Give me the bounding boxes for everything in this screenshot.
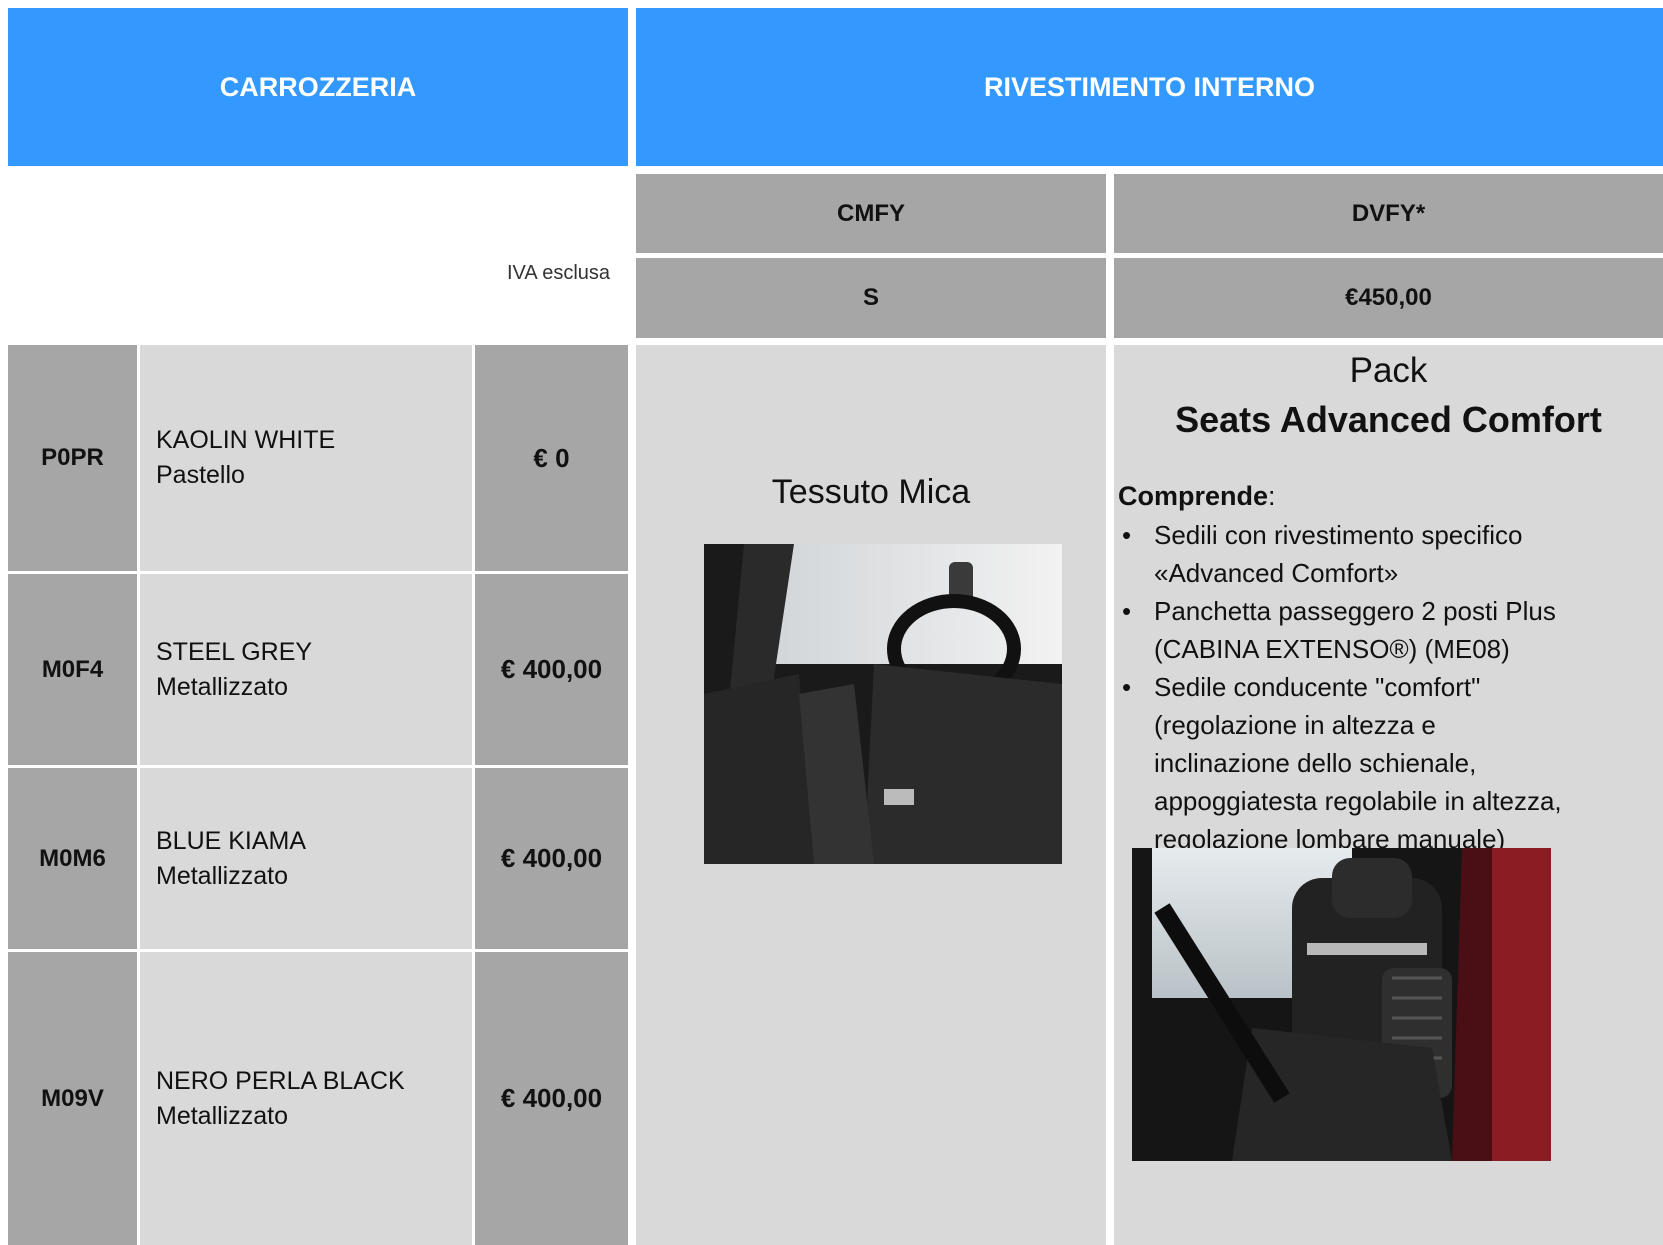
color-name-cell: STEEL GREY Metallizzato xyxy=(140,574,472,765)
rivestimento-header: RIVESTIMENTO INTERNO xyxy=(636,8,1663,166)
pack-title-line2: Seats Advanced Comfort xyxy=(1175,399,1602,440)
iva-note: IVA esclusa xyxy=(507,262,611,284)
rivestimento-title: RIVESTIMENTO INTERNO xyxy=(983,71,1316,102)
comprende-label: Comprende: xyxy=(1118,481,1276,512)
interior-price-cmfy: S xyxy=(636,258,1106,338)
color-price: € 400,00 xyxy=(475,768,628,949)
color-name-cell: NERO PERLA BLACK Metallizzato xyxy=(140,952,472,1245)
pack-title-line1: Pack xyxy=(1349,351,1428,390)
comprende-word: Comprende xyxy=(1118,481,1269,511)
interior-price-dvfy: €450,00 xyxy=(1114,258,1663,338)
advanced-comfort-seat-photo xyxy=(1132,848,1551,1161)
pack-panel: Pack Seats Advanced Comfort Comprende: S… xyxy=(1114,345,1663,1245)
carrozzeria-header: CARROZZERIA xyxy=(8,8,628,166)
seat-fabric-photo xyxy=(704,544,1062,864)
color-finish: Metallizzato xyxy=(156,861,288,890)
pack-feature-list: Sedili con rivestimento specifico «Advan… xyxy=(1118,516,1573,858)
color-name: NERO PERLA BLACK xyxy=(156,1066,405,1095)
interior-code-label: CMFY xyxy=(837,199,905,227)
color-code: M09V xyxy=(8,952,137,1245)
pack-feature-item: Sedile conducente "comfort" (regolazione… xyxy=(1118,668,1573,858)
color-code: P0PR xyxy=(8,345,137,571)
interior-code-dvfy: DVFY* xyxy=(1114,174,1663,253)
interior-code-label: DVFY* xyxy=(1351,199,1426,227)
color-name: BLUE KIAMA xyxy=(156,826,307,855)
color-price: € 400,00 xyxy=(475,952,628,1245)
color-price: € 0 xyxy=(475,345,628,571)
color-finish: Pastello xyxy=(156,461,245,489)
color-finish: Metallizzato xyxy=(156,672,288,701)
interior-price-label: S xyxy=(862,284,879,311)
pack-feature-item: Panchetta passeggero 2 posti Plus (CABIN… xyxy=(1118,592,1573,668)
mica-title: Tessuto Mica xyxy=(771,473,971,511)
interior-code-cmfy: CMFY xyxy=(636,174,1106,253)
color-price: € 400,00 xyxy=(475,574,628,765)
color-code: M0M6 xyxy=(8,768,137,949)
carrozzeria-title: CARROZZERIA xyxy=(219,71,417,102)
interior-price-label: €450,00 xyxy=(1345,284,1432,311)
comprende-colon: : xyxy=(1268,481,1276,511)
mica-panel: Tessuto Mica xyxy=(636,345,1106,1245)
color-name: KAOLIN WHITE xyxy=(156,426,336,454)
color-finish: Metallizzato xyxy=(156,1101,288,1130)
color-name-cell: KAOLIN WHITE Pastello xyxy=(140,345,472,571)
pack-feature-item: Sedili con rivestimento specifico «Advan… xyxy=(1118,516,1573,592)
color-code: M0F4 xyxy=(8,574,137,765)
color-name-cell: BLUE KIAMA Metallizzato xyxy=(140,768,472,949)
color-name: STEEL GREY xyxy=(156,637,313,666)
